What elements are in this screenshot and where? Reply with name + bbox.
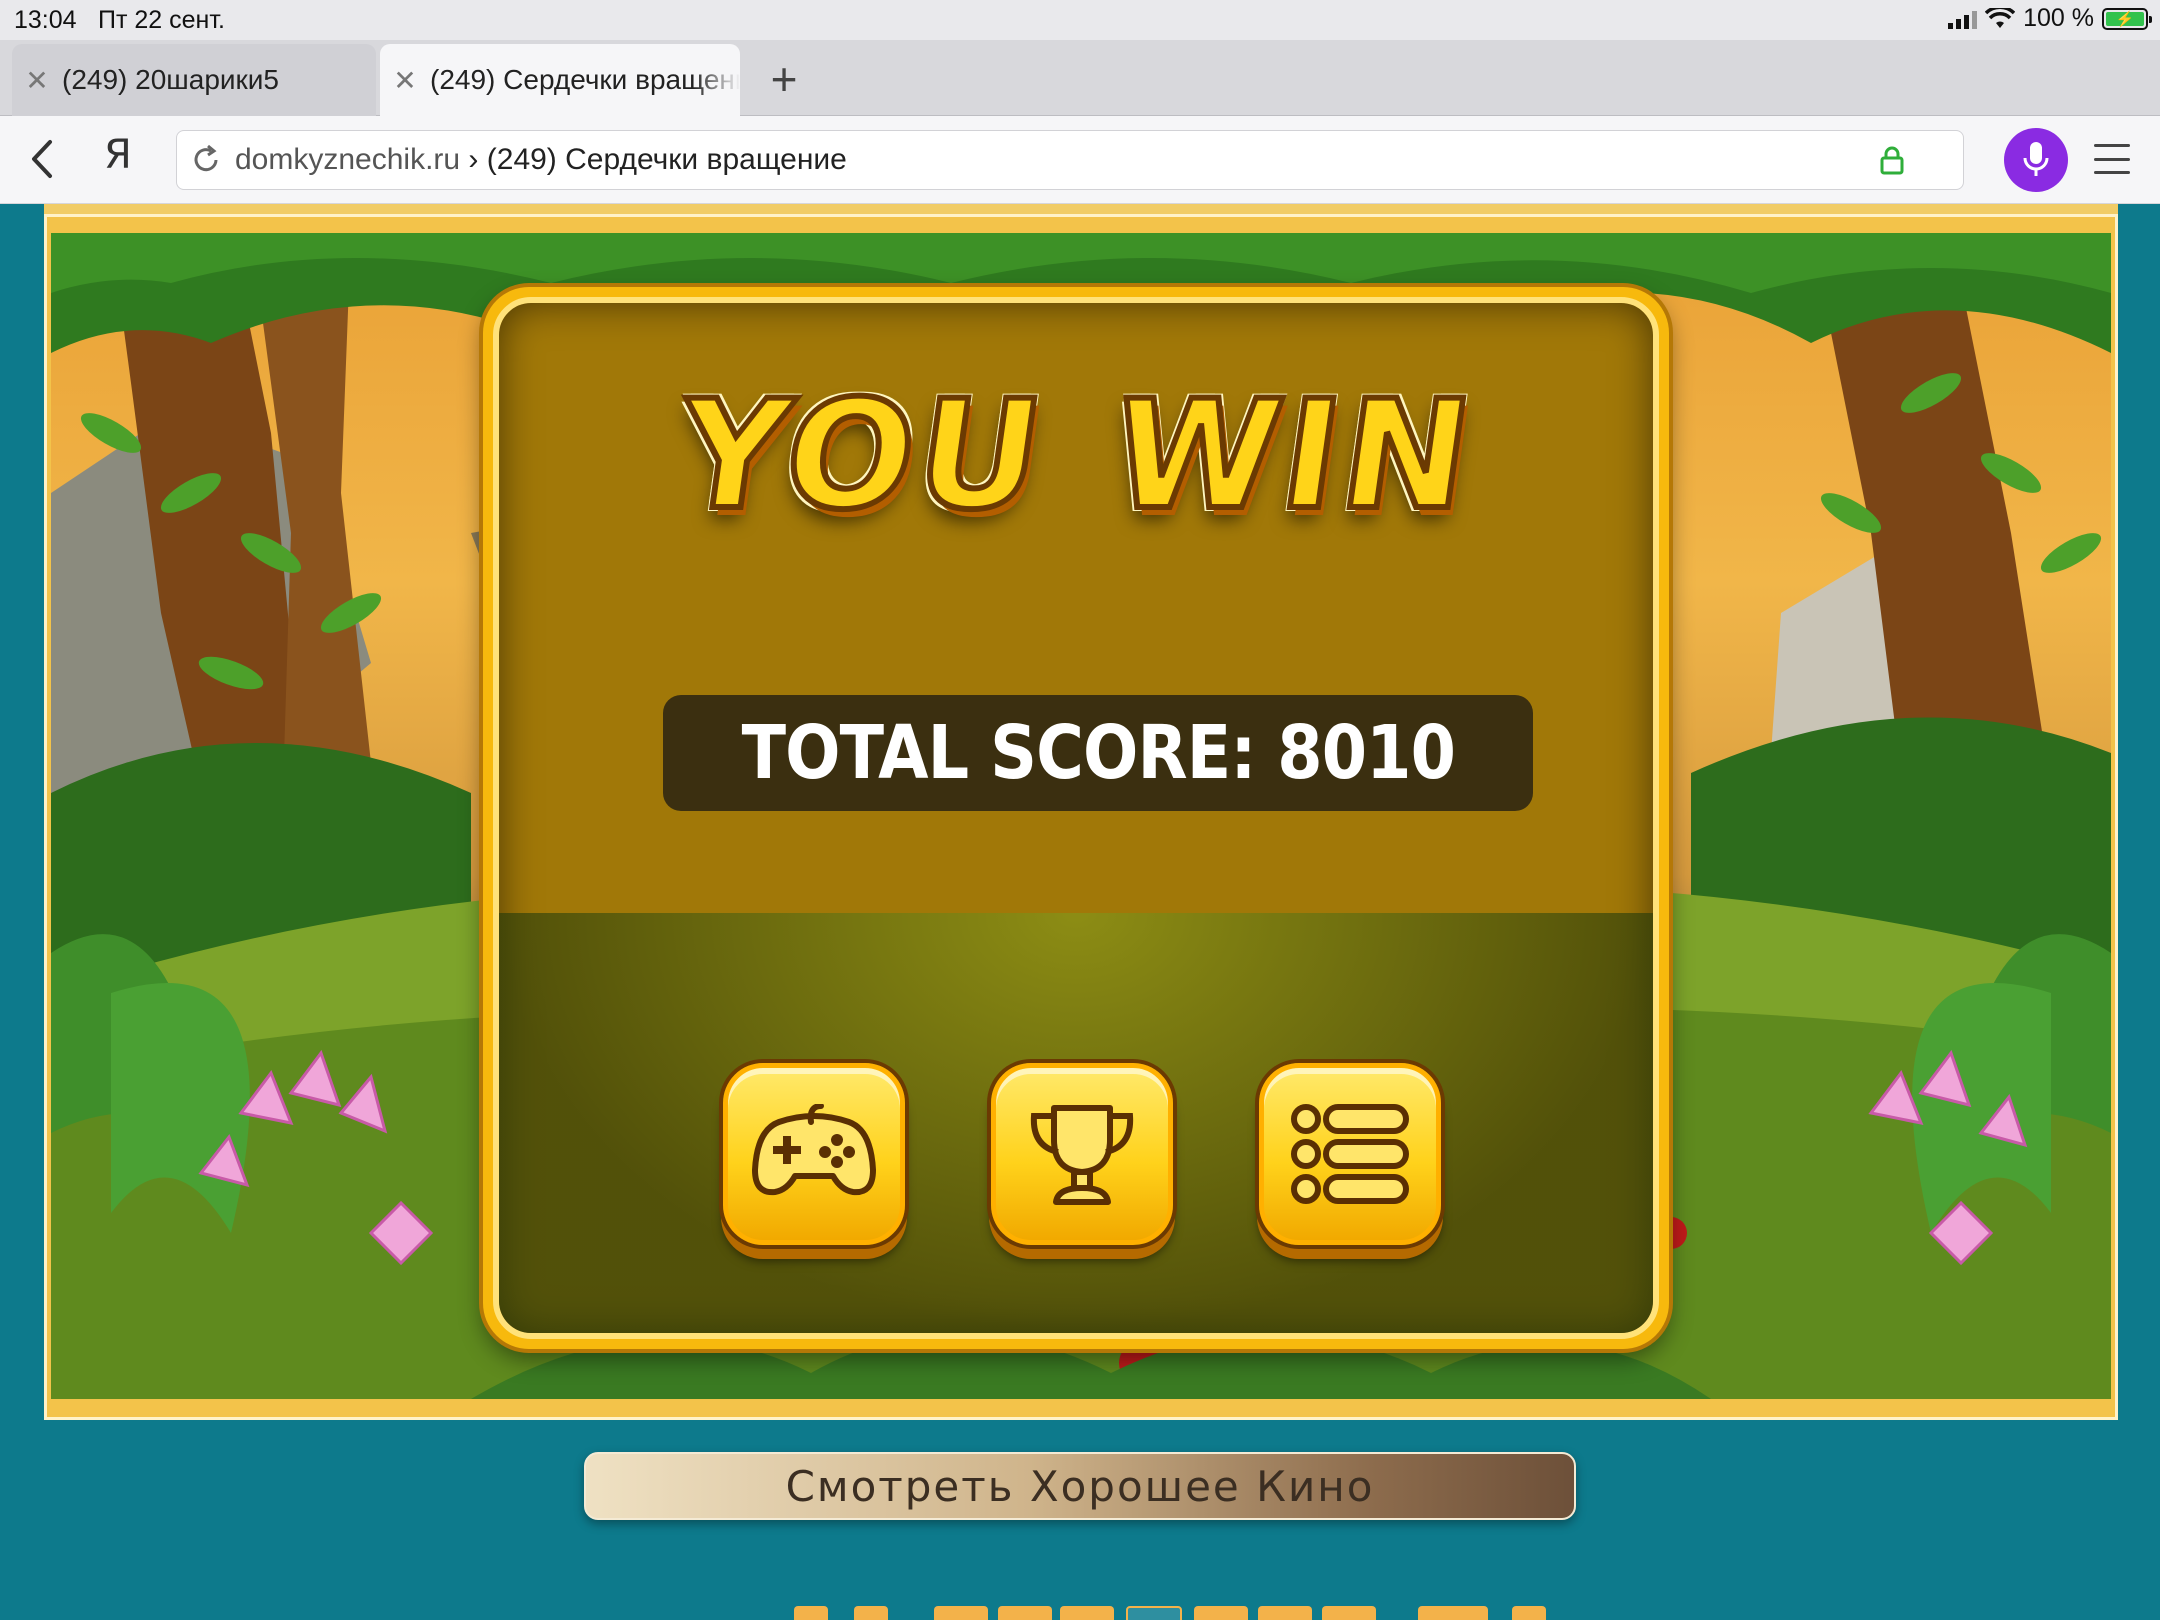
browser-toolbar: Я domkyznechik.ru › (249) Сердечки враще… [0, 116, 2160, 204]
win-dialog-panel: YOU WIN TOTAL SCORE: 8010 [493, 297, 1659, 1339]
gamepad-icon [752, 1104, 876, 1196]
tab-label: (249) Сердечки вращение [430, 64, 740, 95]
title-word-you: YOU [664, 366, 1059, 546]
score-panel: TOTAL SCORE: 8010 [663, 695, 1533, 811]
leaderboard-button[interactable] [991, 1063, 1173, 1245]
menu-button[interactable] [1259, 1063, 1441, 1245]
total-score: TOTAL SCORE: 8010 [741, 710, 1455, 796]
voice-search-button[interactable] [2004, 128, 2068, 192]
pagination [790, 1606, 1550, 1620]
microphone-icon [2023, 142, 2049, 176]
battery-icon: ⚡ [2102, 7, 2152, 30]
new-tab-button[interactable]: + [762, 54, 806, 104]
tab-active[interactable]: ✕ (249) Сердечки вращение [380, 44, 740, 116]
status-date: Пт 22 сент. [98, 6, 225, 34]
url-domain: domkyznechik.ru [235, 143, 461, 176]
play-again-button[interactable] [723, 1063, 905, 1245]
dialog-buttons [723, 1063, 1463, 1253]
list-menu-icon [1291, 1104, 1409, 1204]
trophy-icon [1030, 1105, 1134, 1205]
watch-movie-button[interactable]: Смотреть Хорошее Кино [584, 1452, 1576, 1520]
reload-icon[interactable] [189, 143, 223, 177]
game-frame: YOU WIN TOTAL SCORE: 8010 [44, 214, 2118, 1420]
win-dialog: YOU WIN TOTAL SCORE: 8010 [483, 287, 1669, 1349]
tab-inactive[interactable]: ✕ (249) 20шарики5 [12, 44, 376, 116]
url-page-title: (249) Сердечки вращение [486, 143, 847, 176]
status-right: 100 % ⚡ [1948, 4, 2152, 33]
address-bar[interactable]: domkyznechik.ru › (249) Сердечки вращени… [176, 130, 1964, 190]
battery-percent: 100 % [2023, 4, 2094, 32]
tab-label: (249) 20шарики5 [62, 64, 279, 95]
browser-menu-icon[interactable] [2094, 144, 2130, 174]
url-text[interactable]: domkyznechik.ru › (249) Сердечки вращени… [235, 143, 847, 177]
title-word-win: WIN [1099, 366, 1488, 546]
close-tab-icon[interactable]: ✕ [380, 64, 430, 97]
you-win-title: YOU WIN [499, 366, 1653, 546]
url-separator: › [460, 143, 487, 176]
status-time: 13:04 [14, 6, 77, 34]
wifi-icon [1985, 7, 2016, 28]
tab-strip: ✕ (249) 20шарики5 ✕ (249) Сердечки враще… [0, 40, 2160, 116]
cellular-signal-icon [1948, 9, 1978, 29]
yandex-button[interactable]: Я [104, 132, 132, 178]
lock-icon [1880, 146, 1904, 175]
back-icon[interactable] [22, 134, 62, 184]
page-top-strip [44, 204, 2118, 214]
close-tab-icon[interactable]: ✕ [12, 64, 62, 97]
status-bar: 13:04 Пт 22 сент. 100 % ⚡ [0, 0, 2160, 40]
